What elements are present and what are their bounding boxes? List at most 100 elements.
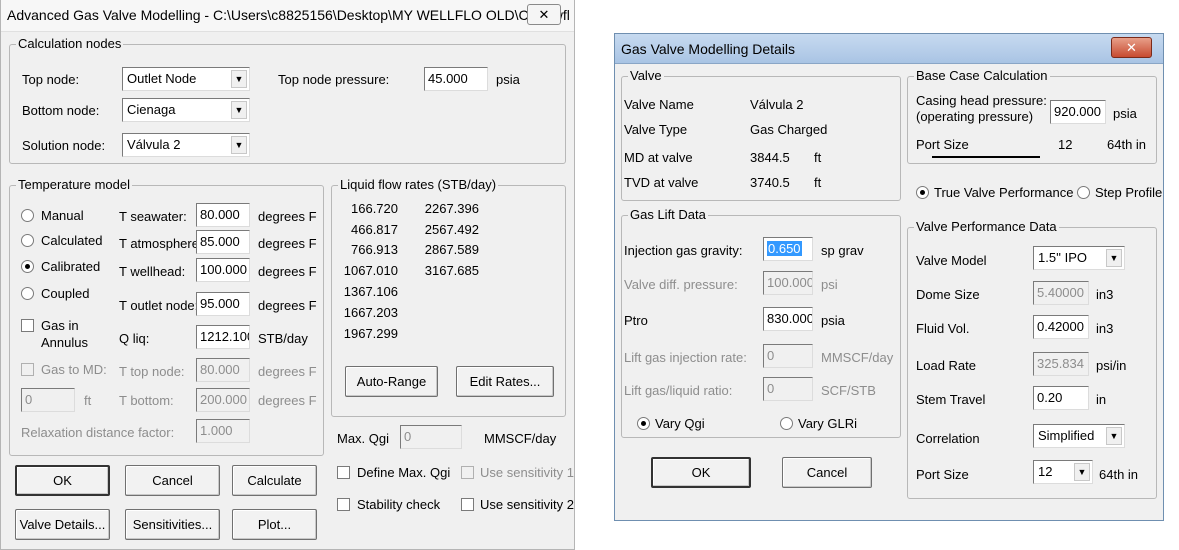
close-button[interactable]: ✕	[527, 4, 561, 25]
t-top-node-unit: degrees F	[258, 364, 317, 379]
port-size-select[interactable]: 12 ▼	[1033, 460, 1093, 484]
use-sensitivity-2-checkbox[interactable]	[461, 498, 474, 511]
max-qgi-input[interactable]: 0	[400, 425, 462, 449]
t-outlet-node-input[interactable]: 95.000	[196, 292, 250, 316]
load-rate-input[interactable]: 325.834	[1033, 352, 1089, 376]
fluid-vol-unit: in3	[1096, 321, 1114, 336]
correlation-select[interactable]: Simplified ▼	[1033, 424, 1125, 448]
chevron-down-icon[interactable]: ▼	[1106, 427, 1122, 445]
t-seawater-input[interactable]: 80.000	[196, 203, 250, 227]
casing-head-pressure-input[interactable]: 920.000	[1050, 100, 1106, 124]
auto-range-button[interactable]: Auto-Range	[345, 366, 438, 397]
top-node-pressure-input[interactable]: 45.000	[424, 67, 488, 91]
title-bar: Gas Valve Modelling Details ✕	[615, 34, 1163, 64]
lift-gas-liquid-ratio-input[interactable]: 0	[763, 377, 813, 401]
load-rate-label: Load Rate	[916, 358, 976, 373]
step-profile-label: Step Profile	[1095, 185, 1163, 200]
tvd-at-valve-value: 3740.5	[750, 175, 790, 190]
cancel-button[interactable]: Cancel	[782, 457, 872, 488]
lift-gas-injection-rate-unit: MMSCF/day	[821, 350, 894, 365]
t-bottom-input[interactable]: 200.000	[196, 388, 250, 412]
load-rate-unit: psi/in	[1096, 358, 1127, 373]
temperature-model-legend: Temperature model	[16, 177, 132, 192]
lift-gas-injection-rate-label: Lift gas injection rate:	[624, 350, 747, 365]
t-top-node-input[interactable]: 80.000	[196, 358, 250, 382]
gas-to-md-label: Gas to MD:	[41, 362, 107, 377]
gas-to-md-checkbox[interactable]	[21, 363, 34, 376]
t-seawater-unit: degrees F	[258, 209, 317, 224]
lift-gas-liquid-ratio-label: Lift gas/liquid ratio:	[624, 383, 733, 398]
relaxation-factor-input[interactable]: 1.000	[196, 419, 250, 443]
manual-radio[interactable]	[21, 209, 34, 222]
valve-details-button[interactable]: Valve Details...	[15, 509, 110, 540]
flow-rate-value: 1067.010	[343, 263, 398, 278]
ok-button[interactable]: OK	[15, 465, 110, 496]
coupled-radio[interactable]	[21, 287, 34, 300]
calculated-label: Calculated	[41, 233, 103, 248]
valve-performance-data-legend: Valve Performance Data	[914, 219, 1059, 234]
top-node-select[interactable]: Outlet Node ▼	[122, 67, 250, 91]
vary-glri-label: Vary GLRi	[798, 416, 857, 431]
gas-to-md-input[interactable]: 0	[21, 388, 75, 412]
lift-gas-injection-rate-input[interactable]: 0	[763, 344, 813, 368]
q-liq-input[interactable]: 1212.100	[196, 325, 250, 349]
calculated-radio[interactable]	[21, 234, 34, 247]
dome-size-input[interactable]: 5.40000	[1033, 281, 1089, 305]
t-atmosphere-input[interactable]: 85.000	[196, 230, 250, 254]
valve-model-select[interactable]: 1.5'' IPO ▼	[1033, 246, 1125, 270]
fluid-vol-input[interactable]: 0.42000	[1033, 315, 1089, 339]
casing-head-pressure-label: Casing head pressure:	[916, 93, 1047, 108]
ptro-input[interactable]: 830.000	[763, 307, 813, 331]
bottom-node-select[interactable]: Cienaga ▼	[122, 98, 250, 122]
flow-rate-value: 2567.492	[424, 222, 479, 237]
sensitivities-button[interactable]: Sensitivities...	[125, 509, 220, 540]
ok-button[interactable]: OK	[651, 457, 751, 488]
step-profile-radio[interactable]	[1077, 186, 1090, 199]
plot-button[interactable]: Plot...	[232, 509, 317, 540]
md-at-valve-unit: ft	[814, 150, 822, 165]
chevron-down-icon[interactable]: ▼	[231, 101, 247, 119]
t-outlet-node-unit: degrees F	[258, 298, 317, 313]
vary-glri-radio[interactable]	[780, 417, 793, 430]
port-size-unit: 64th in	[1099, 467, 1139, 482]
cancel-button[interactable]: Cancel	[125, 465, 220, 496]
chevron-down-icon[interactable]: ▼	[1074, 463, 1090, 481]
true-valve-performance-radio[interactable]	[916, 186, 929, 199]
vary-qgi-radio[interactable]	[637, 417, 650, 430]
chevron-down-icon[interactable]: ▼	[231, 70, 247, 88]
tvd-at-valve-unit: ft	[814, 175, 822, 190]
advanced-gas-valve-window: Advanced Gas Valve Modelling - C:\Users\…	[0, 0, 575, 550]
vary-qgi-label: Vary Qgi	[655, 416, 705, 431]
calculate-button[interactable]: Calculate	[232, 465, 317, 496]
chevron-down-icon[interactable]: ▼	[1106, 249, 1122, 267]
use-sensitivity-1-checkbox[interactable]	[461, 466, 474, 479]
injection-gas-gravity-unit: sp grav	[821, 243, 864, 258]
flow-rate-value: 166.720	[351, 201, 398, 216]
stability-check-checkbox[interactable]	[337, 498, 350, 511]
stem-travel-input[interactable]: 0.20	[1033, 386, 1089, 410]
flow-rate-value: 1367.106	[343, 284, 398, 299]
window-title: Gas Valve Modelling Details	[621, 41, 796, 57]
port-size-value: 12	[1038, 464, 1053, 479]
chevron-down-icon[interactable]: ▼	[231, 136, 247, 154]
valve-diff-pressure-input[interactable]: 100.000	[763, 271, 813, 295]
close-button[interactable]: ✕	[1111, 37, 1152, 58]
gas-in-annulus-checkbox[interactable]	[21, 319, 34, 332]
solution-node-select[interactable]: Válvula 2 ▼	[122, 133, 250, 157]
t-wellhead-input[interactable]: 100.000	[196, 258, 250, 282]
valve-legend: Valve	[628, 68, 664, 83]
top-node-value: Outlet Node	[127, 71, 197, 86]
valve-diff-pressure-label: Valve diff. pressure:	[624, 277, 738, 292]
top-node-pressure-label: Top node pressure:	[278, 72, 390, 87]
define-max-qgi-checkbox[interactable]	[337, 466, 350, 479]
flow-rate-value: 2867.589	[424, 242, 479, 257]
calibrated-radio[interactable]	[21, 260, 34, 273]
edit-rates-button[interactable]: Edit Rates...	[456, 366, 554, 397]
injection-gas-gravity-input[interactable]: 0.650	[763, 237, 813, 261]
q-liq-label: Q liq:	[119, 331, 150, 346]
base-port-size-value: 12	[1058, 137, 1073, 152]
divider	[932, 156, 1040, 158]
valve-type-label: Valve Type	[624, 122, 688, 137]
manual-label: Manual	[41, 208, 84, 223]
max-qgi-label: Max. Qgi	[337, 431, 390, 446]
